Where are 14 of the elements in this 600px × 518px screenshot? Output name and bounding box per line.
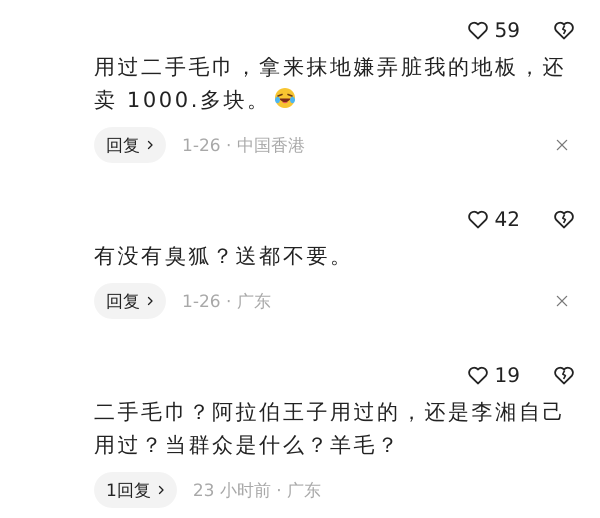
like-button[interactable]: 59 [466,18,520,42]
like-button[interactable]: 19 [466,363,520,387]
comment-text: 用过二手毛巾，拿来抹地嫌弄脏我的地板，还卖 1000.多块。 [94,54,567,114]
comment-meta: 1-26 · 广东 [182,290,272,312]
comment-text: 二手毛巾？阿拉伯王子用过的，还是李湘自己用过？当群众是什么？羊毛？ [94,399,567,459]
reply-button[interactable]: 回复 [94,127,166,163]
reply-button[interactable]: 回复 [94,283,166,319]
comment-text: 有没有臭狐？送都不要。 [94,243,355,270]
comment-meta: 23 小时前 · 广东 [192,480,322,502]
close-icon[interactable] [554,293,570,309]
reply-button[interactable]: 1回复 [94,472,177,508]
comment-meta: 1-26 · 中国香港 [182,134,306,156]
close-icon[interactable] [554,137,570,153]
like-button[interactable]: 42 [466,207,520,231]
